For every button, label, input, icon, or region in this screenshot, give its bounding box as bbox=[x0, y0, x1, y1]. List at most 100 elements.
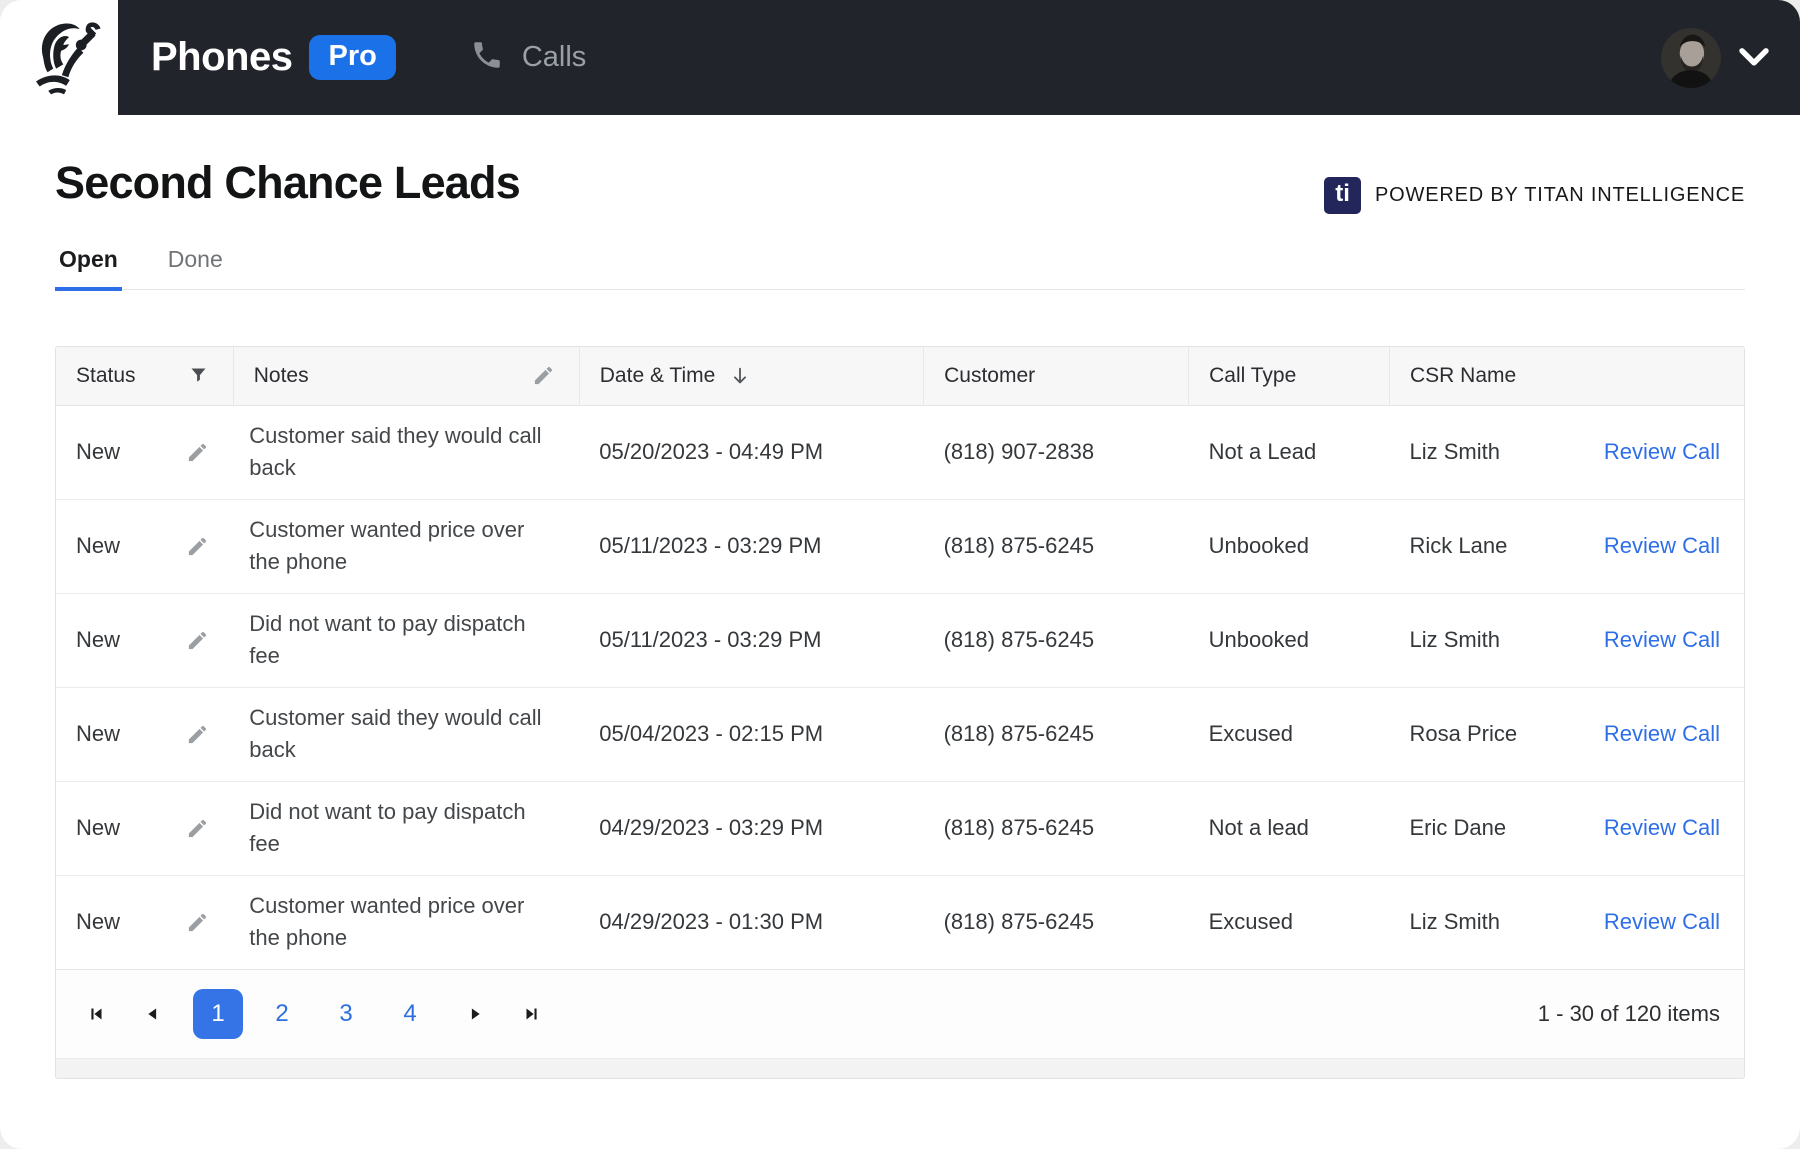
status-value: New bbox=[76, 815, 121, 840]
date-time-cell: 04/29/2023 - 03:29 PM bbox=[579, 781, 924, 876]
column-header-status: Status bbox=[56, 347, 234, 406]
last-page-button[interactable] bbox=[504, 986, 560, 1042]
sort-descending-icon bbox=[729, 365, 751, 387]
customer-cell: (818) 907-2838 bbox=[923, 405, 1189, 500]
page-button-3[interactable]: 3 bbox=[321, 989, 371, 1039]
status-value: New bbox=[76, 721, 121, 746]
page-button-4[interactable]: 4 bbox=[385, 989, 435, 1039]
status-value: New bbox=[76, 627, 121, 652]
date-time-cell: 05/11/2023 - 03:29 PM bbox=[579, 593, 924, 688]
review-call-link[interactable]: Review Call bbox=[1604, 533, 1720, 559]
table-row: New Customer wanted price over the phone… bbox=[56, 875, 1744, 969]
previous-page-button[interactable] bbox=[124, 986, 180, 1042]
column-header-csr-name: CSR Name bbox=[1389, 347, 1744, 406]
notes-cell: Customer said they would call back bbox=[233, 405, 580, 500]
call-type-cell: Unbooked bbox=[1188, 499, 1390, 594]
app-window: Phones Pro Calls Second Chance Leads ti … bbox=[0, 0, 1800, 1149]
pro-badge: Pro bbox=[309, 35, 396, 80]
date-time-cell: 04/29/2023 - 01:30 PM bbox=[579, 875, 924, 969]
tab-open[interactable]: Open bbox=[55, 246, 122, 291]
page-button-2[interactable]: 2 bbox=[257, 989, 307, 1039]
status-value: New bbox=[76, 439, 121, 464]
csr-name-value: Liz Smith bbox=[1409, 627, 1500, 652]
table-row: New Did not want to pay dispatch fee 05/… bbox=[56, 593, 1744, 688]
edit-note-icon[interactable] bbox=[186, 535, 209, 558]
nav-calls-label: Calls bbox=[521, 41, 587, 73]
csr-name-value: Liz Smith bbox=[1409, 439, 1500, 464]
avatar bbox=[1661, 27, 1721, 88]
edit-note-icon[interactable] bbox=[186, 911, 209, 934]
status-value: New bbox=[76, 533, 121, 558]
filter-icon[interactable] bbox=[188, 365, 209, 386]
review-call-link[interactable]: Review Call bbox=[1604, 627, 1720, 653]
table-row: New Customer wanted price over the phone… bbox=[56, 499, 1744, 594]
review-call-link[interactable]: Review Call bbox=[1604, 909, 1720, 935]
notes-cell: Customer said they would call back bbox=[233, 687, 580, 782]
pagination-bar: 1234 1 - 30 of 120 items bbox=[56, 969, 1744, 1058]
edit-note-icon[interactable] bbox=[186, 817, 209, 840]
call-type-cell: Not a Lead bbox=[1188, 405, 1390, 500]
brand-logo[interactable] bbox=[0, 0, 118, 115]
status-cell: New bbox=[56, 781, 234, 876]
customer-cell: (818) 875-6245 bbox=[923, 781, 1189, 876]
date-time-header-label: Date & Time bbox=[599, 363, 716, 387]
call-type-cell: Excused bbox=[1188, 687, 1390, 782]
edit-note-icon[interactable] bbox=[186, 723, 209, 746]
csr-cell: Eric Dane Review Call bbox=[1389, 781, 1744, 876]
review-call-link[interactable]: Review Call bbox=[1604, 815, 1720, 841]
notes-cell: Did not want to pay dispatch fee bbox=[233, 593, 580, 688]
csr-name-value: Rick Lane bbox=[1409, 533, 1508, 558]
review-call-link[interactable]: Review Call bbox=[1604, 439, 1720, 465]
customer-cell: (818) 875-6245 bbox=[923, 593, 1189, 688]
call-type-cell: Not a lead bbox=[1188, 781, 1390, 876]
notes-cell: Did not want to pay dispatch fee bbox=[233, 781, 580, 876]
table-body: New Customer said they would call back 0… bbox=[56, 405, 1744, 969]
page-button-1[interactable]: 1 bbox=[193, 989, 243, 1039]
table-header-row: Status Notes Date & Time Customer Call T… bbox=[56, 347, 1744, 406]
titan-intelligence-icon: ti bbox=[1324, 176, 1362, 214]
column-header-notes: Notes bbox=[233, 347, 580, 406]
status-cell: New bbox=[56, 593, 234, 688]
user-menu[interactable] bbox=[1661, 27, 1772, 88]
customer-cell: (818) 875-6245 bbox=[923, 499, 1189, 594]
pager-summary: 1 - 30 of 120 items bbox=[1537, 1001, 1720, 1026]
status-cell: New bbox=[56, 687, 234, 782]
tab-done[interactable]: Done bbox=[164, 246, 227, 291]
edit-note-icon[interactable] bbox=[186, 441, 209, 464]
titan-logo-icon bbox=[16, 12, 102, 103]
date-time-cell: 05/11/2023 - 03:29 PM bbox=[579, 499, 924, 594]
topbar-dark-region: Phones Pro Calls bbox=[118, 0, 1800, 115]
status-value: New bbox=[76, 909, 121, 935]
call-type-cell: Excused bbox=[1188, 875, 1390, 969]
next-page-button[interactable] bbox=[448, 986, 504, 1042]
status-header-label: Status bbox=[76, 363, 136, 387]
topbar: Phones Pro Calls bbox=[0, 0, 1800, 115]
column-header-date-time[interactable]: Date & Time bbox=[579, 347, 925, 406]
chevron-down-icon bbox=[1736, 46, 1772, 70]
date-time-cell: 05/20/2023 - 04:49 PM bbox=[579, 405, 924, 500]
phone-icon bbox=[470, 38, 504, 77]
horizontal-scrollbar-track[interactable] bbox=[56, 1058, 1744, 1078]
nav-item-calls[interactable]: Calls bbox=[470, 38, 586, 77]
status-cell: New bbox=[56, 499, 234, 594]
edit-note-icon[interactable] bbox=[186, 629, 209, 652]
table-row: New Did not want to pay dispatch fee 04/… bbox=[56, 781, 1744, 876]
csr-name-value: Rosa Price bbox=[1409, 721, 1518, 746]
notes-cell: Customer wanted price over the phone bbox=[233, 499, 580, 594]
notes-cell: Customer wanted price over the phone bbox=[233, 875, 580, 969]
review-call-link[interactable]: Review Call bbox=[1604, 721, 1720, 747]
status-cell: New bbox=[56, 405, 234, 500]
first-page-button[interactable] bbox=[68, 986, 124, 1042]
csr-name-value: Eric Dane bbox=[1409, 815, 1507, 840]
powered-by-label: POWERED BY TITAN INTELLIGENCE bbox=[1375, 183, 1745, 206]
csr-cell: Liz Smith Review Call bbox=[1389, 593, 1744, 688]
notes-header-label: Notes bbox=[253, 363, 309, 387]
date-time-cell: 05/04/2023 - 02:15 PM bbox=[579, 687, 924, 782]
column-header-call-type: Call Type bbox=[1188, 347, 1390, 406]
page-title: Second Chance Leads bbox=[55, 157, 521, 208]
table-row: New Customer said they would call back 0… bbox=[56, 405, 1744, 500]
csr-name-value: Liz Smith bbox=[1409, 909, 1500, 935]
powered-by: ti POWERED BY TITAN INTELLIGENCE bbox=[1324, 176, 1745, 214]
csr-cell: Liz Smith Review Call bbox=[1389, 875, 1744, 969]
edit-column-icon[interactable] bbox=[532, 364, 555, 387]
